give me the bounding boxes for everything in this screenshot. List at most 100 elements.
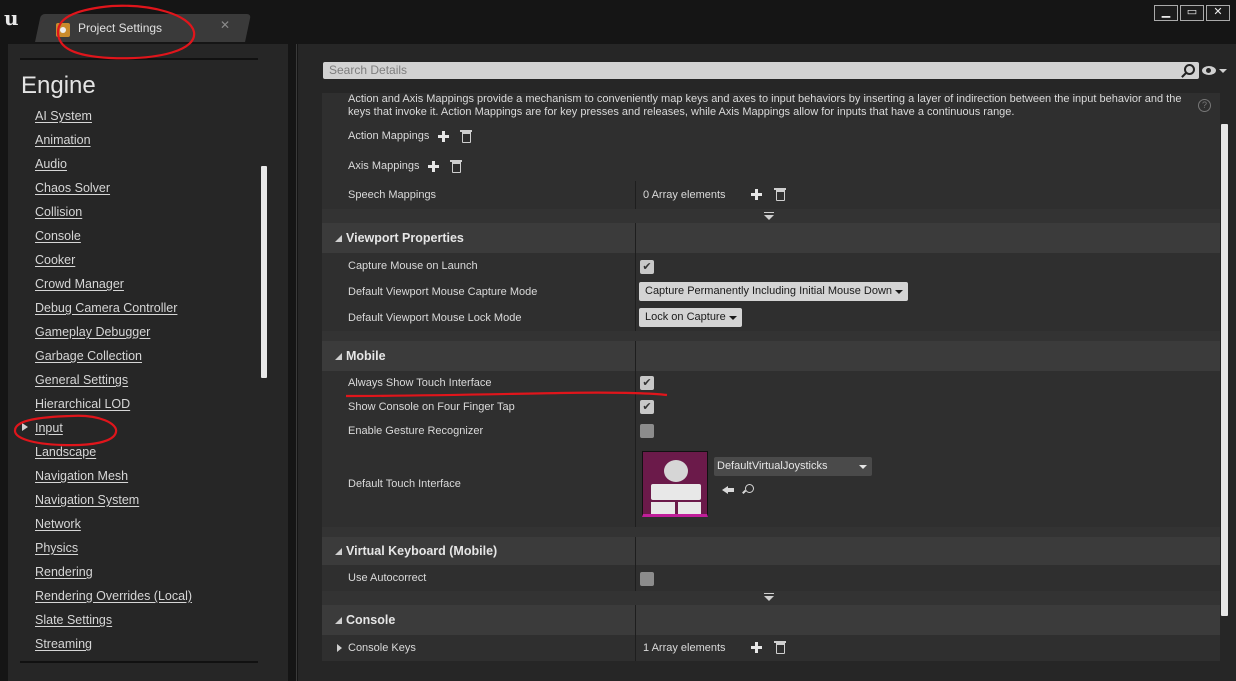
- sidebar-item-hierarchical-lod[interactable]: Hierarchical LOD: [35, 396, 192, 420]
- sidebar-item-ai-system[interactable]: AI System: [35, 108, 192, 132]
- lock-mode-dropdown[interactable]: Lock on Capture: [639, 308, 742, 327]
- category-console[interactable]: Console: [322, 605, 1220, 635]
- action-mappings-row: Action Mappings: [322, 121, 1220, 151]
- sidebar-item-gameplay-debugger[interactable]: Gameplay Debugger: [35, 324, 192, 348]
- category-mobile[interactable]: Mobile: [322, 341, 1220, 371]
- sidebar-item-label: Input: [35, 421, 63, 435]
- collapse-triangle-icon[interactable]: [335, 353, 342, 360]
- use-selected-arrow-icon[interactable]: [722, 485, 734, 495]
- touch-interface-dropdown[interactable]: DefaultVirtualJoysticks: [714, 457, 872, 476]
- browse-search-icon[interactable]: [745, 484, 754, 493]
- gesture-checkbox[interactable]: [640, 424, 654, 438]
- always-show-touch-label: Always Show Touch Interface: [348, 377, 492, 389]
- search-icon[interactable]: [1184, 64, 1195, 75]
- value-column-divider: [635, 537, 636, 565]
- value-column-divider: [635, 181, 636, 209]
- panel-divider[interactable]: [296, 44, 297, 681]
- sidebar-item-debug-camera-controller[interactable]: Debug Camera Controller: [35, 300, 192, 324]
- lock-mode-label: Default Viewport Mouse Lock Mode: [348, 312, 522, 324]
- sidebar-divider-top: [20, 58, 258, 60]
- autocorrect-row: Use Autocorrect: [322, 565, 1220, 591]
- sidebar-item-rendering[interactable]: Rendering: [35, 564, 192, 588]
- sidebar-item-general-settings[interactable]: General Settings: [35, 372, 192, 396]
- value-column-divider: [635, 279, 636, 305]
- sidebar-item-garbage-collection[interactable]: Garbage Collection: [35, 348, 192, 372]
- sidebar-item-streaming[interactable]: Streaming: [35, 636, 192, 660]
- four-finger-checkbox[interactable]: ✔: [640, 400, 654, 414]
- category-title: Virtual Keyboard (Mobile): [346, 544, 498, 558]
- expand-triangle-icon[interactable]: [337, 644, 342, 652]
- close-button[interactable]: ✕: [1206, 5, 1230, 21]
- value-column-divider: [635, 605, 636, 635]
- view-options-eye-icon[interactable]: [1202, 66, 1216, 75]
- category-title: Mobile: [346, 349, 386, 363]
- value-column-divider: [635, 565, 636, 591]
- sidebar-item-crowd-manager[interactable]: Crowd Manager: [35, 276, 192, 300]
- capture-mouse-checkbox[interactable]: ✔: [640, 260, 654, 274]
- collapse-triangle-icon[interactable]: [335, 548, 342, 555]
- sidebar-item-audio[interactable]: Audio: [35, 156, 192, 180]
- add-console-key-icon[interactable]: [751, 642, 762, 653]
- collapse-triangle-icon[interactable]: [335, 617, 342, 624]
- category-viewport-properties[interactable]: Viewport Properties: [322, 223, 1220, 253]
- window-controls: ▁ ▭ ✕: [1154, 5, 1230, 21]
- sidebar-list: AI System Animation Audio Chaos Solver C…: [22, 108, 192, 660]
- autocorrect-label: Use Autocorrect: [348, 572, 427, 584]
- value-column-divider: [635, 395, 636, 419]
- autocorrect-checkbox[interactable]: [640, 572, 654, 586]
- maximize-button[interactable]: ▭: [1180, 5, 1204, 21]
- sidebar-item-navigation-system[interactable]: Navigation System: [35, 492, 192, 516]
- value-column-divider: [635, 635, 636, 661]
- value-column-divider: [635, 419, 636, 443]
- sidebar-item-chaos-solver[interactable]: Chaos Solver: [35, 180, 192, 204]
- delete-speech-mappings-icon[interactable]: [774, 188, 786, 201]
- add-axis-mapping-icon[interactable]: [428, 161, 439, 172]
- capture-mode-row: Default Viewport Mouse Capture Mode Capt…: [322, 279, 1220, 305]
- capture-mode-dropdown[interactable]: Capture Permanently Including Initial Mo…: [639, 282, 909, 301]
- sidebar-scrollbar[interactable]: [261, 166, 267, 378]
- minimize-button[interactable]: ▁: [1154, 5, 1178, 21]
- sidebar-item-slate-settings[interactable]: Slate Settings: [35, 612, 192, 636]
- expand-advanced-icon[interactable]: [764, 593, 774, 601]
- category-virtual-keyboard[interactable]: Virtual Keyboard (Mobile): [322, 537, 1220, 565]
- joystick-icon: [664, 460, 688, 482]
- lock-mode-row: Default Viewport Mouse Lock Mode Lock on…: [322, 305, 1220, 331]
- delete-action-mappings-icon[interactable]: [460, 130, 472, 143]
- delete-console-keys-icon[interactable]: [774, 641, 786, 654]
- expand-advanced-icon[interactable]: [764, 212, 774, 220]
- capture-mouse-row: Capture Mouse on Launch ✔: [322, 253, 1220, 279]
- sidebar-item-animation[interactable]: Animation: [35, 132, 192, 156]
- always-show-touch-checkbox[interactable]: ✔: [640, 376, 654, 390]
- search-details-input[interactable]: Search Details: [323, 62, 1199, 79]
- delete-axis-mappings-icon[interactable]: [450, 160, 462, 173]
- add-action-mapping-icon[interactable]: [438, 131, 449, 142]
- advanced-expander-row[interactable]: [322, 209, 1220, 223]
- sidebar-item-input[interactable]: Input: [22, 420, 192, 444]
- sidebar-item-cooker[interactable]: Cooker: [35, 252, 192, 276]
- value-column-divider: [635, 305, 636, 331]
- axis-mappings-label: Axis Mappings: [348, 160, 420, 172]
- advanced-expander-row[interactable]: [322, 591, 1220, 605]
- sidebar-item-physics[interactable]: Physics: [35, 540, 192, 564]
- add-speech-mapping-icon[interactable]: [751, 189, 762, 200]
- touch-interface-row: Default Touch Interface DefaultVirtualJo…: [322, 443, 1220, 527]
- gesture-label: Enable Gesture Recognizer: [348, 425, 484, 437]
- sidebar-item-console[interactable]: Console: [35, 228, 192, 252]
- details-scrollbar[interactable]: [1221, 124, 1228, 616]
- touch-interface-thumbnail[interactable]: [642, 451, 708, 517]
- sidebar-item-landscape[interactable]: Landscape: [35, 444, 192, 468]
- chevron-down-icon[interactable]: [1219, 69, 1227, 73]
- sidebar-item-rendering-overrides-local[interactable]: Rendering Overrides (Local): [35, 588, 192, 612]
- sidebar-item-navigation-mesh[interactable]: Navigation Mesh: [35, 468, 192, 492]
- details-list: Action and Axis Mappings provide a mecha…: [322, 93, 1231, 663]
- collapse-triangle-icon[interactable]: [335, 235, 342, 242]
- sidebar-item-network[interactable]: Network: [35, 516, 192, 540]
- sidebar-item-collision[interactable]: Collision: [35, 204, 192, 228]
- tab-content[interactable]: Project Settings: [56, 16, 162, 40]
- gesture-row: Enable Gesture Recognizer: [322, 419, 1220, 443]
- details-panel: Search Details Action and Axis Mappings …: [298, 44, 1236, 681]
- speech-mappings-row: Speech Mappings 0 Array elements: [322, 181, 1220, 209]
- tab-close-icon[interactable]: ✕: [220, 18, 230, 32]
- row-spacer: [322, 331, 1220, 341]
- help-icon[interactable]: ?: [1198, 99, 1211, 112]
